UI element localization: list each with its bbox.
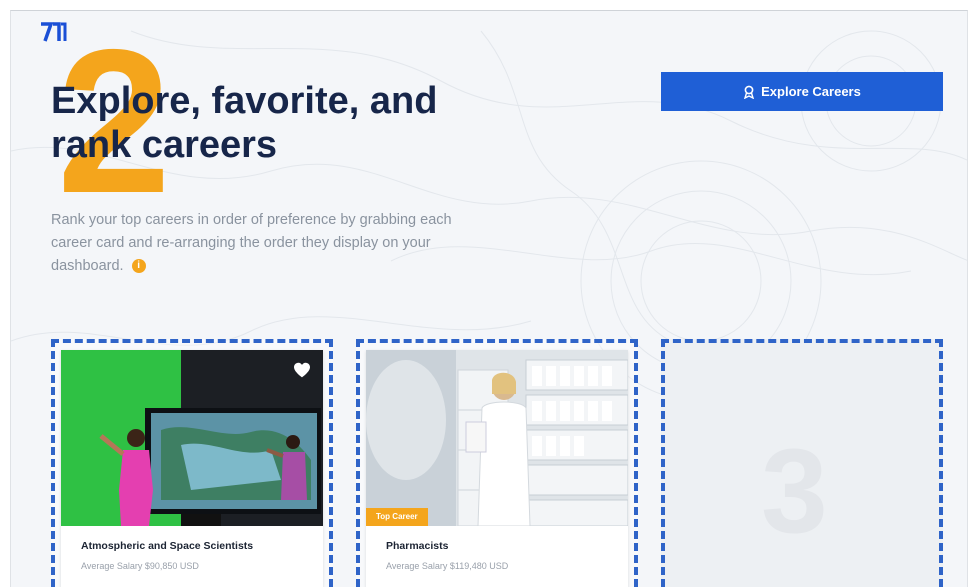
rank-slot-2[interactable]: Top Career Pharmacists Average Salary $1… — [356, 339, 638, 587]
career-title: Atmospheric and Space Scientists — [81, 540, 254, 552]
career-salary: Average Salary $90,850 USD — [81, 561, 199, 571]
description-text: Rank your top careers in order of prefer… — [51, 212, 452, 274]
career-card[interactable]: Atmospheric and Space Scientists Average… — [61, 350, 323, 587]
career-image-weather-broadcast — [61, 350, 323, 526]
career-salary: Average Salary $119,480 USD — [386, 561, 509, 571]
award-icon — [744, 85, 755, 99]
page-title: Explore, favorite, and rank careers — [51, 80, 438, 166]
rank-slot-1[interactable]: Atmospheric and Space Scientists Average… — [51, 339, 333, 587]
top-career-badge: Top Career — [366, 508, 428, 526]
info-icon[interactable]: i — [131, 259, 146, 274]
slot-placeholder-number: 3 — [761, 424, 828, 558]
rank-slot-3-empty[interactable]: 3 — [661, 339, 943, 587]
page-frame: 2 Explore, favorite, and rank careers Ra… — [10, 10, 968, 587]
page-description: Rank your top careers in order of prefer… — [51, 209, 481, 278]
career-title: Pharmacists — [386, 540, 449, 552]
favorite-heart-icon[interactable] — [293, 362, 311, 378]
explore-careers-label: Explore Careers — [761, 84, 861, 99]
explore-careers-button[interactable]: Explore Careers — [661, 72, 943, 111]
career-card[interactable]: Top Career Pharmacists Average Salary $1… — [366, 350, 628, 587]
career-image-pharmacy — [366, 350, 628, 526]
